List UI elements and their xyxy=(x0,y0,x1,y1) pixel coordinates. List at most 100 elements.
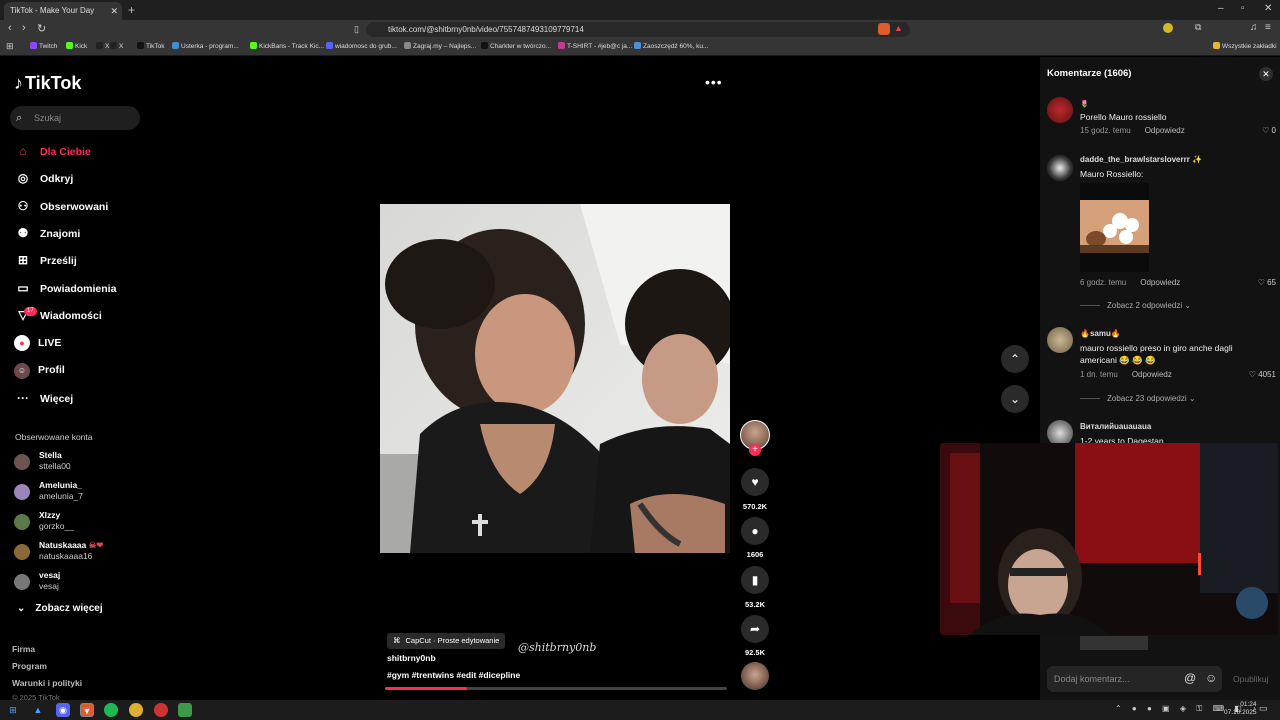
account-item[interactable]: Xlzzy gorzko__ xyxy=(14,510,134,536)
live-icon: ● xyxy=(14,335,30,351)
comment-sticker-image xyxy=(1080,183,1149,272)
explorer-icon[interactable]: ▲ xyxy=(31,703,45,717)
bookmark-twitch[interactable]: Twitch xyxy=(30,42,57,50)
video-player[interactable] xyxy=(380,204,730,553)
reply-button[interactable]: Odpowiedz xyxy=(1132,370,1172,379)
comment-like[interactable]: ♡ 0 xyxy=(1236,126,1276,135)
account-item[interactable]: vesaj vesaj xyxy=(14,570,134,596)
upload-icon: ⊞ xyxy=(17,253,29,267)
bookmark-wiadomosc[interactable]: wiadomosc do grub... xyxy=(326,42,397,50)
back-icon[interactable]: ‹ xyxy=(8,22,12,34)
footer-link[interactable]: Firma xyxy=(12,644,35,654)
tiktok-logo[interactable]: ♪ TikTok xyxy=(14,73,81,94)
account-item[interactable]: Amelunia_ amelunia_7 xyxy=(14,480,134,506)
bookmark-kickbans[interactable]: KickBans - Track Kic... xyxy=(250,42,324,50)
system-clock[interactable]: 01:24 07.10.2025 xyxy=(1224,701,1257,717)
footer-link[interactable]: Warunki i polityki xyxy=(12,678,82,688)
footer-link[interactable]: Program xyxy=(12,661,47,671)
chrome-icon[interactable] xyxy=(129,703,143,717)
bookmark-zagraj[interactable]: Zagraj.my – Najleps... xyxy=(404,42,476,50)
emoji-icon[interactable]: ☺ xyxy=(1205,671,1217,685)
notification-center-icon[interactable]: ▭ xyxy=(1259,703,1268,714)
like-icon[interactable]: ♥ xyxy=(741,468,769,496)
nav-friends[interactable]: ⚉ Znajomi xyxy=(14,223,144,243)
see-more-button[interactable]: ⌄ Zobacz więcej xyxy=(14,603,103,614)
next-video-icon[interactable]: ⌄ xyxy=(1001,385,1029,413)
new-tab-button[interactable]: + xyxy=(128,3,135,17)
bookmark-zaoszczedz[interactable]: Zaoszczędź 60%, ku... xyxy=(634,42,708,50)
capcut-label[interactable]: ⌘ CapCut · Proste edytowanie xyxy=(387,633,506,649)
video-watermark: @shitbrny0nb xyxy=(518,641,597,654)
nav-explore[interactable]: ◎ Odkryj xyxy=(14,168,144,188)
forward-icon[interactable]: › xyxy=(22,22,26,34)
view-replies-button[interactable]: Zobacz 2 odpowiedzi ⌄ xyxy=(1080,301,1191,310)
browser-tab-bar xyxy=(0,0,1280,20)
bookmark-x2[interactable]: X xyxy=(110,42,123,50)
window-close-icon[interactable]: ✕ xyxy=(1264,3,1272,14)
avatar[interactable] xyxy=(1047,97,1073,123)
discord-icon[interactable]: ◉ xyxy=(56,703,70,717)
brave-rewards-icon[interactable]: ▲ xyxy=(894,23,903,33)
start-icon[interactable]: ⊞ xyxy=(6,703,20,717)
brave-shield-icon[interactable] xyxy=(878,23,890,35)
nav-more[interactable]: ··· Więcej xyxy=(14,388,144,408)
comment-user[interactable]: 🌷 xyxy=(1080,100,1089,108)
spotify-icon[interactable] xyxy=(104,703,118,717)
video-progress-bar[interactable] xyxy=(385,687,727,690)
extension-icon[interactable] xyxy=(1163,23,1173,33)
reload-icon[interactable]: ↻ xyxy=(37,22,46,35)
nav-notifications[interactable]: ▭ Powiadomienia xyxy=(14,278,144,298)
avatar[interactable] xyxy=(1047,327,1073,353)
menu-icon[interactable]: ≡ xyxy=(1265,22,1271,33)
previous-video-icon[interactable]: ⌃ xyxy=(1001,345,1029,373)
account-item[interactable]: Stella sttella00 xyxy=(14,450,134,476)
publish-button[interactable]: Opublikuj xyxy=(1233,674,1268,684)
nav-profile[interactable]: ☺ Profil xyxy=(14,360,144,380)
mention-icon[interactable]: @ xyxy=(1184,671,1196,685)
extensions-icon[interactable]: ⧉ xyxy=(1195,22,1201,33)
music-disc[interactable] xyxy=(741,662,769,690)
avatar[interactable] xyxy=(1047,155,1073,181)
bookmark-kick[interactable]: Kick xyxy=(66,42,87,50)
bookmark-tiktok[interactable]: TikTok xyxy=(137,42,165,50)
comment-icon[interactable]: ● xyxy=(741,517,769,545)
comment-user[interactable]: Виталийuauauaua xyxy=(1080,422,1151,431)
reply-button[interactable]: Odpowiedz xyxy=(1145,126,1185,135)
address-bar[interactable]: tiktok.com/@shitbrny0nb/video/7557487493… xyxy=(366,22,910,37)
video-author[interactable]: shitbrny0nb xyxy=(387,653,436,663)
minimize-icon[interactable]: – xyxy=(1218,3,1224,14)
search-input[interactable]: ⌕ Szukaj xyxy=(10,106,140,130)
comment-like[interactable]: ♡ 4051 xyxy=(1236,370,1276,379)
comment-like[interactable]: ♡ 65 xyxy=(1236,278,1276,287)
more-options-icon[interactable]: ••• xyxy=(705,74,723,90)
bookmark-charkter[interactable]: Charkter w twórczo... xyxy=(481,42,551,50)
nav-upload[interactable]: ⊞ Prześlij xyxy=(14,250,144,270)
comment-text: Mauro Rossiello: xyxy=(1080,169,1144,179)
nav-following[interactable]: ⚇ Obserwowani xyxy=(14,196,144,216)
follow-plus-icon[interactable]: + xyxy=(749,444,761,456)
apps-icon[interactable]: ⊞ xyxy=(6,41,14,52)
comment-user[interactable]: 🔥samu🔥 xyxy=(1080,329,1121,338)
media-icon[interactable]: ♫ xyxy=(1250,22,1258,33)
close-comments-icon[interactable]: ✕ xyxy=(1259,67,1273,81)
reply-button[interactable]: Odpowiedz xyxy=(1140,278,1180,287)
nav-for-you[interactable]: ⌂ Dla Ciebie xyxy=(14,141,144,161)
view-replies-button[interactable]: Zobacz 23 odpowiedzi ⌄ xyxy=(1080,394,1196,403)
account-item[interactable]: Natuskaaaa ☠❤ natuskaaaa16 xyxy=(14,540,134,566)
bookmark-usterka[interactable]: Usterka - program... xyxy=(172,42,239,50)
close-icon[interactable]: ✕ xyxy=(110,2,118,20)
comment-user[interactable]: dadde_the_brawlstarsloverrr ✨ xyxy=(1080,155,1202,164)
nav-live[interactable]: ● LIVE xyxy=(14,333,144,353)
brave-icon[interactable]: ▼ xyxy=(80,703,94,717)
bookmark-tshirt[interactable]: T-SHIRT - #jeb@c ja... xyxy=(558,42,632,50)
bookmark-x[interactable]: X xyxy=(96,42,109,50)
bookmark-all[interactable]: Wszystkie zakładki xyxy=(1213,42,1277,50)
share-icon[interactable]: ➦ xyxy=(741,615,769,643)
save-icon[interactable]: ▮ xyxy=(741,566,769,594)
browser-tab[interactable]: TikTok - Make Your Day ✕ xyxy=(4,2,122,20)
bookmark-icon[interactable]: ▯ xyxy=(354,24,359,35)
app-icon[interactable] xyxy=(178,703,192,717)
video-hashtags[interactable]: #gym #trentwins #edit #dicepline xyxy=(387,670,520,680)
maximize-icon[interactable]: ▫ xyxy=(1241,3,1245,14)
obs-icon[interactable] xyxy=(154,703,168,717)
